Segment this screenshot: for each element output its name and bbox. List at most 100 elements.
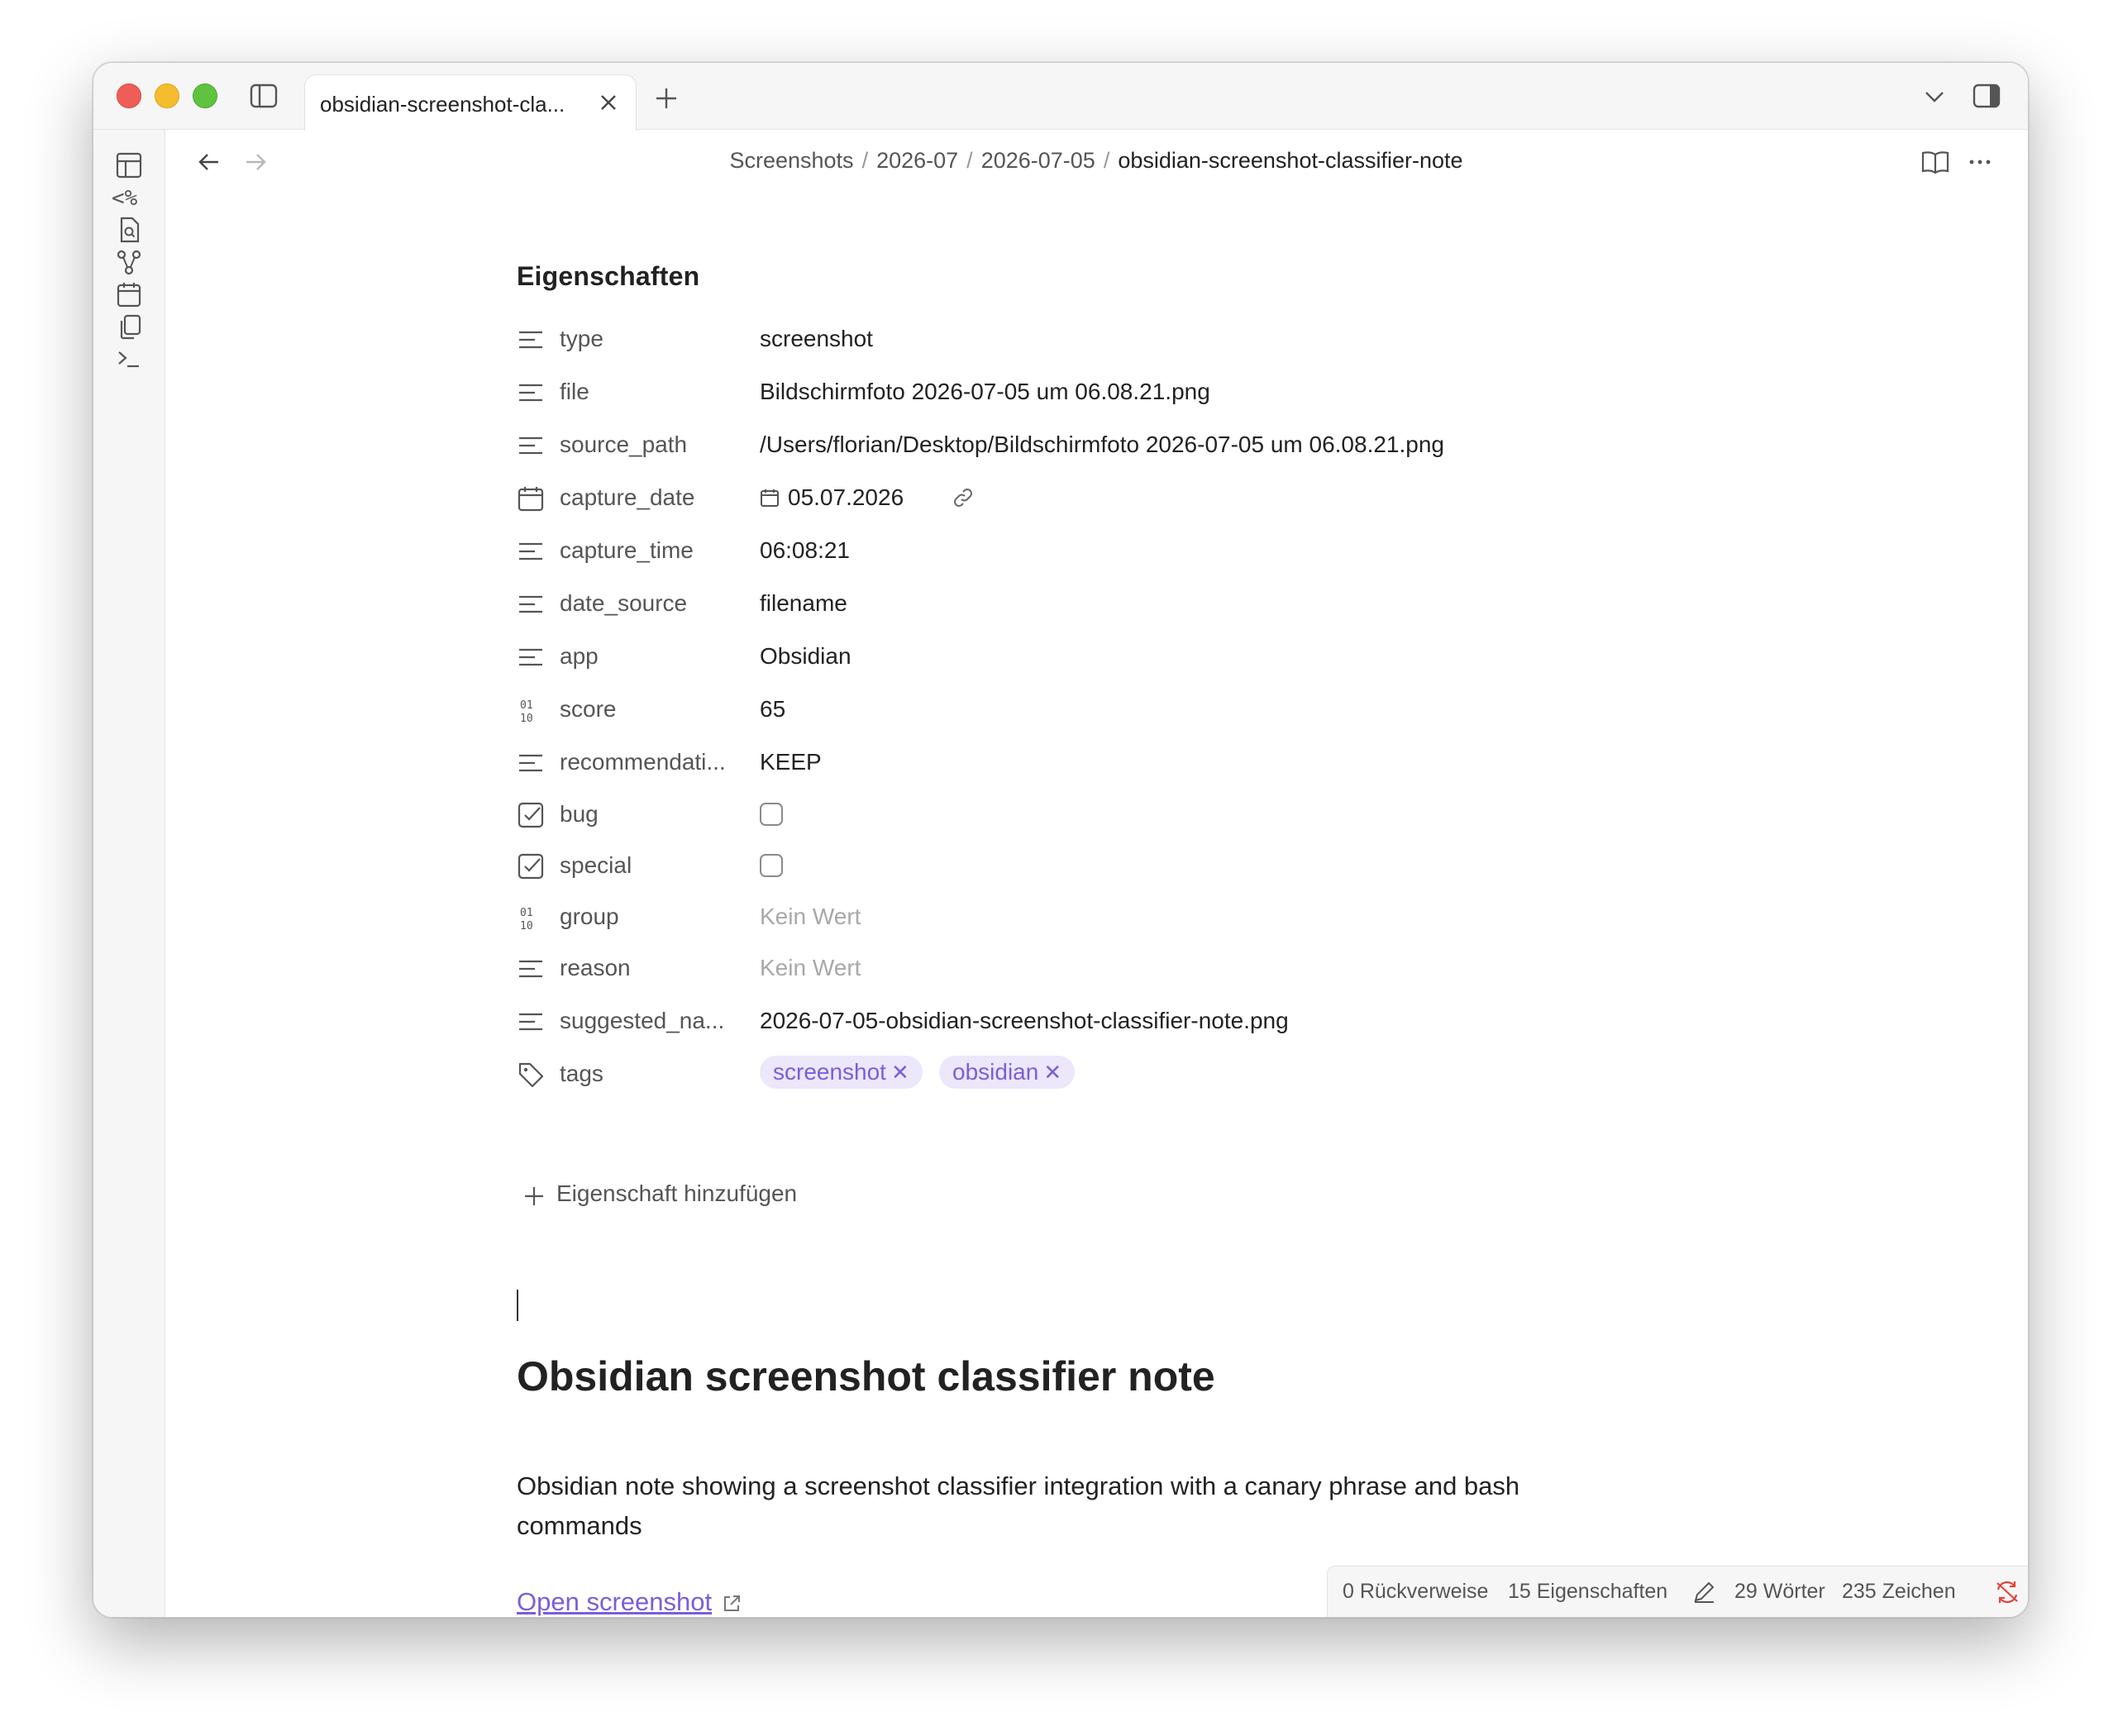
- property-value-empty[interactable]: Kein Wert: [760, 955, 861, 981]
- text-lines-icon[interactable]: [517, 1008, 545, 1036]
- checkbox-icon[interactable]: [517, 801, 545, 829]
- backlinks-count[interactable]: 0 Rückverweise: [1343, 1580, 1488, 1604]
- open-screenshot-link[interactable]: Open screenshot: [517, 1587, 712, 1617]
- text-lines-icon[interactable]: [517, 955, 545, 983]
- note-title[interactable]: Obsidian screenshot classifier note: [517, 1352, 1215, 1400]
- close-window-button[interactable]: [117, 83, 141, 108]
- word-count: 29 Wörter: [1734, 1580, 1825, 1603]
- text-lines-icon[interactable]: [517, 379, 545, 407]
- minimize-window-button[interactable]: [155, 83, 179, 108]
- property-key[interactable]: tags: [560, 1061, 603, 1087]
- property-row-recommendation[interactable]: recommendati... KEEP: [517, 742, 1674, 785]
- property-row-reason[interactable]: reason Kein Wert: [517, 948, 1674, 991]
- special-checkbox[interactable]: [760, 854, 783, 877]
- property-key[interactable]: special: [560, 852, 632, 879]
- property-value[interactable]: /Users/florian/Desktop/Bildschirmfoto 20…: [760, 432, 1444, 458]
- calendar-icon[interactable]: [517, 484, 545, 513]
- breadcrumb-item[interactable]: 2026-07-05: [981, 148, 1095, 173]
- text-lines-icon[interactable]: [517, 590, 545, 618]
- property-row-source-path[interactable]: source_path /Users/florian/Desktop/Bilds…: [517, 425, 1674, 468]
- property-row-group[interactable]: 01 10 group Kein Wert: [517, 897, 1674, 940]
- breadcrumb-item[interactable]: 2026-07: [876, 148, 958, 173]
- property-value[interactable]: KEEP: [760, 749, 822, 775]
- graph-icon[interactable]: [115, 248, 143, 276]
- number-icon[interactable]: 0110: [517, 904, 545, 932]
- property-key[interactable]: capture_time: [560, 537, 694, 564]
- ribbon: <%: [93, 130, 165, 1617]
- property-key[interactable]: app: [560, 643, 599, 670]
- external-link-icon[interactable]: [722, 1594, 742, 1614]
- property-row-type[interactable]: type screenshot: [517, 319, 1674, 362]
- property-key[interactable]: reason: [560, 955, 631, 981]
- terminal-icon[interactable]: [115, 345, 143, 373]
- property-value[interactable]: Bildschirmfoto 2026-07-05 um 06.08.21.pn…: [760, 379, 1210, 405]
- pencil-icon[interactable]: [1691, 1580, 1716, 1605]
- close-tab-icon[interactable]: [598, 92, 619, 113]
- property-key[interactable]: bug: [560, 801, 599, 827]
- property-value[interactable]: 65: [760, 696, 785, 723]
- more-options-icon[interactable]: [1967, 152, 1993, 172]
- bug-checkbox[interactable]: [760, 803, 783, 826]
- property-row-capture-time[interactable]: capture_time 06:08:21: [517, 531, 1674, 574]
- property-value[interactable]: 2026-07-05-obsidian-screenshot-classifie…: [760, 1008, 1289, 1034]
- breadcrumb-item[interactable]: Screenshots: [729, 148, 853, 173]
- property-row-special[interactable]: special: [517, 846, 1674, 889]
- property-value[interactable]: screenshot: [760, 326, 873, 352]
- file-search-icon[interactable]: [115, 216, 143, 244]
- link-icon[interactable]: [952, 486, 975, 509]
- tag-pill-screenshot[interactable]: screenshot ✕: [760, 1056, 923, 1089]
- breadcrumb-separator: /: [966, 148, 973, 173]
- left-sidebar-toggle-icon[interactable]: [249, 81, 279, 111]
- property-row-score[interactable]: 01 10 score 65: [517, 689, 1674, 732]
- property-row-date-source[interactable]: date_source filename: [517, 584, 1674, 627]
- property-row-file[interactable]: file Bildschirmfoto 2026-07-05 um 06.08.…: [517, 372, 1674, 415]
- property-row-app[interactable]: app Obsidian: [517, 637, 1674, 680]
- sync-error-icon[interactable]: [1994, 1580, 2020, 1605]
- tag-pill-obsidian[interactable]: obsidian ✕: [939, 1056, 1076, 1089]
- checkbox-icon[interactable]: [517, 852, 545, 880]
- properties-heading: Eigenschaften: [517, 261, 700, 291]
- property-value-empty[interactable]: Kein Wert: [760, 904, 861, 930]
- copy-icon[interactable]: [115, 312, 143, 341]
- text-lines-icon[interactable]: [517, 749, 545, 777]
- text-lines-icon[interactable]: [517, 643, 545, 671]
- tab-active-note[interactable]: obsidian-screenshot-cla...: [304, 74, 637, 131]
- property-row-bug[interactable]: bug: [517, 794, 1674, 837]
- property-key[interactable]: source_path: [560, 432, 687, 458]
- property-row-suggested-name[interactable]: suggested_na... 2026-07-05-obsidian-scre…: [517, 1001, 1674, 1044]
- add-property-label: Eigenschaft hinzufügen: [556, 1180, 798, 1206]
- zoom-window-button[interactable]: [193, 83, 217, 108]
- property-key[interactable]: recommendati...: [560, 749, 726, 775]
- text-lines-icon[interactable]: [517, 326, 545, 354]
- remove-tag-icon[interactable]: ✕: [891, 1060, 909, 1085]
- remove-tag-icon[interactable]: ✕: [1043, 1060, 1061, 1085]
- text-lines-icon[interactable]: [517, 432, 545, 460]
- breadcrumb-separator: /: [861, 148, 869, 173]
- property-value[interactable]: 06:08:21: [760, 537, 850, 564]
- property-key[interactable]: suggested_na...: [560, 1008, 724, 1034]
- property-value[interactable]: Obsidian: [760, 643, 851, 670]
- tag-icon[interactable]: [517, 1061, 545, 1089]
- date-value[interactable]: 05.07.2026: [788, 484, 904, 511]
- property-row-capture-date[interactable]: capture_date 05.07.2026: [517, 478, 1674, 521]
- property-key[interactable]: type: [560, 326, 603, 352]
- property-key[interactable]: capture_date: [560, 484, 694, 511]
- breadcrumb-separator: /: [1103, 148, 1110, 173]
- property-key[interactable]: group: [560, 904, 619, 930]
- text-lines-icon[interactable]: [517, 537, 545, 565]
- calendar-icon[interactable]: [115, 280, 143, 308]
- book-open-icon[interactable]: [1920, 149, 1950, 175]
- note-body[interactable]: Obsidian note showing a screenshot class…: [517, 1467, 1591, 1546]
- properties-count[interactable]: 15 Eigenschaften: [1508, 1580, 1667, 1604]
- templater-icon[interactable]: <%: [112, 186, 137, 211]
- property-key[interactable]: date_source: [560, 590, 687, 617]
- breadcrumb-current[interactable]: obsidian-screenshot-classifier-note: [1118, 148, 1462, 173]
- property-key[interactable]: score: [560, 696, 616, 723]
- right-sidebar-toggle-icon[interactable]: [1972, 81, 2001, 111]
- property-key[interactable]: file: [560, 379, 589, 405]
- new-tab-icon[interactable]: [654, 86, 679, 111]
- chevron-down-icon[interactable]: [1922, 88, 1947, 106]
- number-icon[interactable]: 0110: [517, 696, 545, 724]
- property-row-tags[interactable]: tags screenshot ✕ obsidian ✕: [517, 1054, 1674, 1097]
- property-value[interactable]: filename: [760, 590, 847, 617]
